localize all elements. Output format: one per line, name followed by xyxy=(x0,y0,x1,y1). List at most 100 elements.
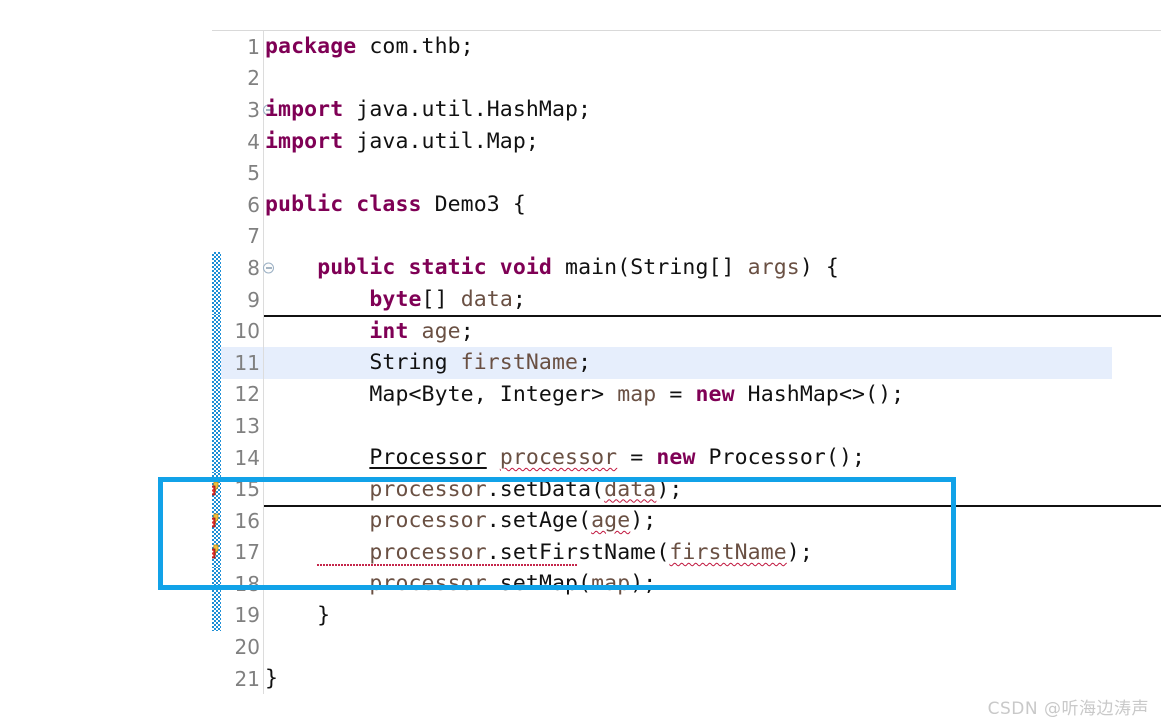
line-number: 16 xyxy=(234,508,260,533)
line-number: 5 xyxy=(247,161,260,186)
gutter[interactable]: 14 xyxy=(212,442,263,474)
code-token: ) { xyxy=(799,255,839,281)
gutter[interactable]: 3 xyxy=(212,94,274,126)
code-token: ; xyxy=(578,350,592,376)
line-number: 2 xyxy=(247,66,260,91)
code-token: main(String[] xyxy=(551,255,748,281)
gutter[interactable]: 17 xyxy=(212,537,263,569)
code-token: processor xyxy=(369,476,487,502)
line-number: 9 xyxy=(247,287,260,312)
code-line[interactable]: 18 processor.setMap(map); xyxy=(212,568,1161,600)
line-number: 17 xyxy=(234,540,260,565)
code-text: public static void main(String[] args) { xyxy=(263,255,839,280)
code-token: new xyxy=(656,445,696,471)
line-number: 8 xyxy=(247,255,260,280)
error-quickfix-marker-icon[interactable] xyxy=(212,544,221,560)
gutter[interactable]: 13 xyxy=(212,410,263,442)
gutter[interactable]: 8 xyxy=(212,252,274,284)
code-token: ); xyxy=(656,476,683,502)
error-squiggle-underline xyxy=(317,562,577,567)
gutter[interactable]: 21 xyxy=(212,663,263,695)
code-text: processor.setData(data); xyxy=(263,477,682,502)
code-token: Processor xyxy=(369,445,487,471)
code-line[interactable]: 8 public static void main(String[] args)… xyxy=(212,252,1161,284)
code-token: data xyxy=(460,287,513,313)
gutter[interactable]: 4 xyxy=(212,126,263,158)
code-line[interactable]: 1 package com.thb; xyxy=(212,31,1161,63)
gutter[interactable]: 18 xyxy=(212,568,263,600)
code-line[interactable]: 15 processor.setData(data); xyxy=(212,473,1161,507)
gutter[interactable]: 1 xyxy=(212,31,263,63)
code-token: import xyxy=(265,129,344,155)
code-text: processor.setFirstName(firstName); xyxy=(263,540,813,565)
error-quickfix-marker-icon[interactable] xyxy=(212,481,221,497)
code-line[interactable]: 10 int age; xyxy=(212,315,1161,347)
gutter-separator xyxy=(263,220,264,253)
code-token: .setData( xyxy=(486,476,605,502)
code-token: Processor(); xyxy=(695,445,866,471)
code-editor[interactable]: 1 package com.thb; 2 3 import java.util.Hash… xyxy=(212,30,1161,724)
gutter[interactable]: 20 xyxy=(212,631,263,663)
gutter[interactable]: 12 xyxy=(212,379,263,411)
code-text: processor.setMap(map); xyxy=(263,571,656,596)
code-token: import xyxy=(265,97,344,123)
code-token: int xyxy=(369,318,409,344)
gutter[interactable]: 15 xyxy=(212,473,263,505)
code-line[interactable]: 6 public class Demo3 { xyxy=(212,188,1161,221)
code-token: java.util.Map; xyxy=(343,129,539,155)
gutter-separator xyxy=(263,157,264,189)
code-line[interactable]: 4 import java.util.Map; xyxy=(212,125,1161,158)
code-line[interactable]: 7 xyxy=(212,220,1161,253)
gutter[interactable]: 9 xyxy=(212,284,263,316)
code-token: java.util.HashMap; xyxy=(343,97,592,123)
code-line[interactable]: 14 Processor processor = new Processor()… xyxy=(212,441,1161,474)
code-text: public class Demo3 { xyxy=(263,192,526,217)
code-text: byte[] data; xyxy=(263,287,526,312)
code-text: int age; xyxy=(263,319,474,344)
code-token: map xyxy=(617,381,657,407)
line-number: 4 xyxy=(247,129,260,154)
code-token: age xyxy=(421,318,461,344)
code-line[interactable]: 9 byte[] data; xyxy=(212,283,1161,318)
code-line[interactable]: 2 xyxy=(212,62,1161,95)
line-number: 20 xyxy=(234,635,260,660)
line-number: 7 xyxy=(247,224,260,249)
code-token: Map<Byte, Integer> xyxy=(265,381,618,407)
gutter[interactable]: 5 xyxy=(212,157,263,189)
code-line[interactable]: 5 xyxy=(212,157,1161,189)
gutter[interactable]: 10 xyxy=(212,315,263,347)
line-number: 10 xyxy=(234,319,260,344)
code-token: new xyxy=(695,381,735,407)
code-line[interactable]: 11 String firstName; xyxy=(212,346,1161,379)
code-line[interactable]: 13 xyxy=(212,410,1161,442)
code-token: HashMap<>(); xyxy=(734,381,905,407)
line-number: 1 xyxy=(247,34,260,59)
gutter[interactable]: 16 xyxy=(212,505,263,537)
code-token: = xyxy=(656,381,696,407)
error-quickfix-marker-icon[interactable] xyxy=(212,513,221,529)
code-line[interactable]: 3 import java.util.HashMap; xyxy=(212,94,1161,126)
gutter-separator xyxy=(263,410,264,442)
code-token: public class xyxy=(265,192,422,218)
gutter-separator xyxy=(263,631,264,663)
gutter[interactable]: 7 xyxy=(212,221,263,253)
code-line[interactable]: 21} xyxy=(212,662,1161,695)
code-token: ; xyxy=(512,287,526,313)
code-line[interactable]: 19 } xyxy=(212,599,1161,632)
gutter[interactable]: 2 xyxy=(212,63,263,95)
code-line[interactable]: 17 processor.setFirstName(firstName); xyxy=(212,536,1161,569)
gutter[interactable]: 19 xyxy=(212,600,263,632)
code-text: import java.util.HashMap; xyxy=(263,97,591,122)
gutter[interactable]: 11 xyxy=(212,347,263,379)
code-line[interactable]: 16 processor.setAge(age); xyxy=(212,504,1161,537)
code-token: public static void xyxy=(317,255,552,281)
gutter[interactable]: 6 xyxy=(212,189,263,221)
line-number: 18 xyxy=(234,571,260,596)
code-line[interactable]: 12 Map<Byte, Integer> map = new HashMap<… xyxy=(212,378,1161,411)
code-token: String xyxy=(265,350,461,376)
code-line[interactable]: 20 xyxy=(212,631,1161,663)
